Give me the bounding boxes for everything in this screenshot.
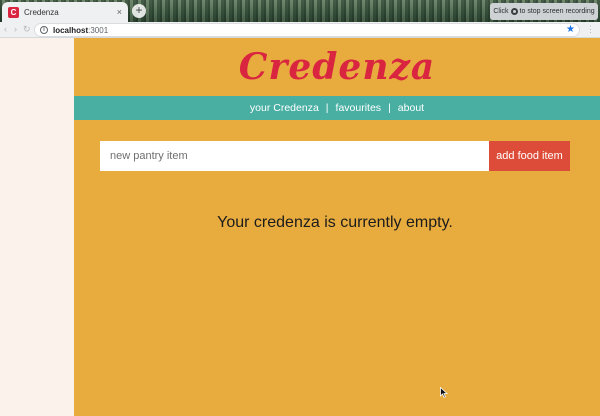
record-icon	[510, 8, 518, 15]
nav-separator: |	[325, 102, 329, 114]
mouse-cursor-icon	[440, 387, 448, 398]
recording-label-start: Click	[493, 8, 509, 15]
browser-menu-icon[interactable]: ⋮	[586, 24, 595, 35]
add-item-form: add food item	[100, 141, 570, 171]
new-tab-icon[interactable]: +	[132, 4, 146, 18]
app-container: Credenza your Credenza | favourites | ab…	[74, 38, 600, 416]
forward-icon[interactable]: ›	[14, 24, 17, 34]
bookmark-star-icon[interactable]: ★	[566, 24, 575, 36]
address-bar[interactable]: i localhost:3001 ★	[34, 23, 580, 37]
tab-title: Credenza	[24, 7, 59, 17]
empty-state-message: Your credenza is currently empty.	[217, 214, 453, 231]
recording-label-end: to stop screen recording	[519, 8, 595, 15]
browser-tab[interactable]: C Credenza ×	[2, 2, 128, 22]
stop-recording-button[interactable]: Click to stop screen recording	[490, 3, 598, 20]
nav-about[interactable]: about	[398, 102, 424, 114]
nav-separator: |	[388, 102, 391, 114]
info-icon[interactable]: i	[40, 26, 48, 34]
main-nav: your Credenza | favourites | about	[74, 96, 600, 120]
add-food-item-button[interactable]: add food item	[489, 141, 570, 171]
url-text: localhost:3001	[53, 26, 108, 35]
browser-tab-strip: C Credenza × + Click to stop screen reco…	[0, 0, 600, 22]
page-viewport: Credenza your Credenza | favourites | ab…	[0, 38, 600, 416]
pantry-item-input[interactable]	[100, 141, 489, 171]
reload-icon[interactable]: ↻	[23, 24, 31, 35]
tab-close-icon[interactable]: ×	[117, 7, 122, 17]
url-port: :3001	[88, 25, 109, 35]
credenza-logo: Credenza	[238, 46, 436, 88]
url-host: localhost	[53, 25, 89, 35]
browser-toolbar: ‹ › ↻ i localhost:3001 ★ ⋮	[0, 22, 600, 38]
nav-your-credenza[interactable]: your Credenza	[250, 102, 319, 114]
favicon-icon: C	[8, 6, 19, 18]
nav-favourites[interactable]: favourites	[336, 102, 382, 114]
back-icon[interactable]: ‹	[4, 24, 7, 34]
